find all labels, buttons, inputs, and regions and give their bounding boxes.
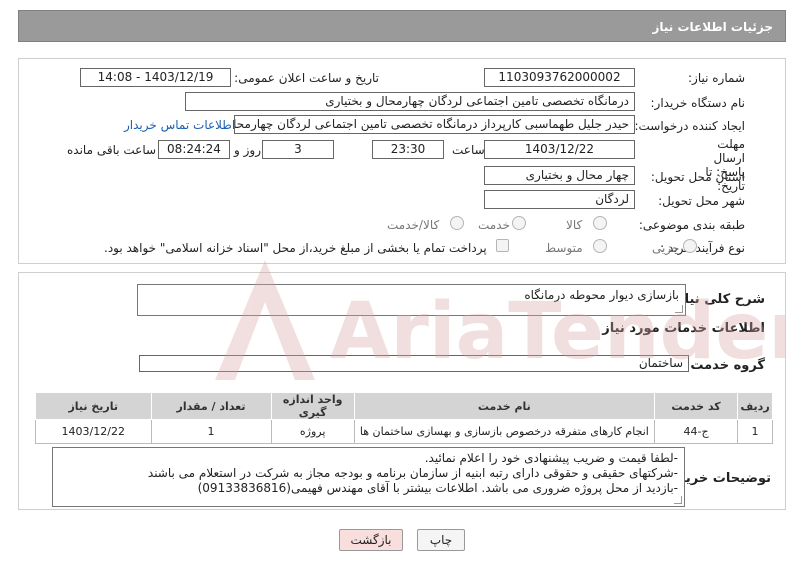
process-minor-label: جزیی [652,241,680,255]
city-label: شهر محل تحویل: [658,194,745,208]
service-group-field: ساختمان [139,355,689,372]
days-label: روز و [234,143,261,157]
deadline-label: مهلت ارسال پاسخ: تا تاریخ: [705,137,745,193]
page-title: جزئیات اطلاعات نیاز [652,20,773,34]
resize-handle[interactable] [675,305,683,313]
info-panel [18,58,786,264]
remaining-time-field: 08:24:24 [158,140,230,159]
buyer-org-field: درمانگاه تخصصی تامین اجتماعی لردگان چهار… [185,92,635,111]
deadline-time-field: 23:30 [372,140,444,159]
page-header: جزئیات اطلاعات نیاز [18,10,786,42]
category-goods-radio[interactable] [593,216,607,230]
province-field: چهار محال و بختیاری [484,166,635,185]
row-index-cell: 1 [737,419,773,444]
days-field: 3 [262,140,334,159]
service-name-cell: انجام کارهای متفرقه درخصوص بازسازی و بهس… [353,419,655,444]
category-both-radio[interactable] [450,216,464,230]
resize-handle[interactable] [674,496,682,504]
services-table: ردیف کد خدمت نام خدمت واحد اندازه گیری ت… [35,392,773,444]
services-section-title: اطلاعات خدمات مورد نیاز [602,321,765,336]
col-row-header: ردیف [737,392,773,420]
category-goods-label: کالا [566,218,583,232]
buyer-org-label: نام دستگاه خریدار: [650,96,746,110]
category-service-radio[interactable] [512,216,526,230]
col-unit-header: واحد اندازه گیری [270,392,355,420]
creator-label: ایجاد کننده درخواست: [634,119,745,133]
deadline-date-field: 1403/12/22 [484,140,635,159]
deadline-time-label: ساعت [452,143,485,157]
buyer-notes-field: -لطفا قیمت و ضریب پیشنهادی خود را اعلام … [52,447,685,507]
quantity-cell: 1 [150,419,272,444]
process-medium-radio[interactable] [593,239,607,253]
province-label: استان محل تحویل: [650,170,745,184]
process-medium-label: متوسط [545,241,583,255]
need-date-cell: 1403/12/22 [35,419,152,444]
col-date-header: تاریخ نیاز [35,392,152,420]
category-both-label: کالا/خدمت [387,218,440,232]
buyer-contact-link[interactable]: اطلاعات تماس خریدار [124,118,235,132]
col-name-header: نام خدمت [353,392,655,420]
table-header-row: ردیف کد خدمت نام خدمت واحد اندازه گیری ت… [35,392,773,420]
remaining-label: ساعت باقی مانده [67,143,157,157]
service-code-cell: ج-44 [653,419,739,444]
category-service-label: خدمت [478,218,510,232]
process-minor-radio[interactable] [683,239,697,253]
city-field: لردگان [484,190,635,209]
announce-field: 1403/12/19 - 14:08 [80,68,231,87]
note-line: -شرکتهای حقیقی و حقوقی دارای رتبه ابنیه … [147,466,678,480]
note-line: -بازدید از محل پروژه ضروری می باشد. اطلا… [197,481,678,495]
need-number-field: 1103093762000002 [484,68,635,87]
service-group-label: گروه خدمت: [685,358,765,373]
col-qty-header: تعداد / مقدار [150,392,272,420]
summary-text: بازسازی دیوار محوطه درمانگاه [524,288,679,302]
unit-cell: پروژه [270,419,355,444]
back-button[interactable]: بازگشت [339,529,403,551]
summary-field: بازسازی دیوار محوطه درمانگاه [137,284,686,316]
creator-field: حیدر جلیل طهماسبی کارپرداز درمانگاه تخصص… [234,115,635,134]
category-label: طبقه بندی موضوعی: [638,218,745,232]
table-row: 1 ج-44 انجام کارهای متفرقه درخصوص بازساز… [35,419,773,444]
treasury-payment-note: پرداخت تمام یا بخشی از مبلغ خرید،از محل … [104,241,487,255]
col-code-header: کد خدمت [653,392,739,420]
treasury-payment-checkbox[interactable] [496,239,509,252]
note-line: -لطفا قیمت و ضریب پیشنهادی خود را اعلام … [424,451,678,465]
announce-label: تاریخ و ساعت اعلان عمومی: [234,71,379,85]
need-number-label: شماره نیاز: [688,71,745,85]
print-button[interactable]: چاپ [417,529,465,551]
